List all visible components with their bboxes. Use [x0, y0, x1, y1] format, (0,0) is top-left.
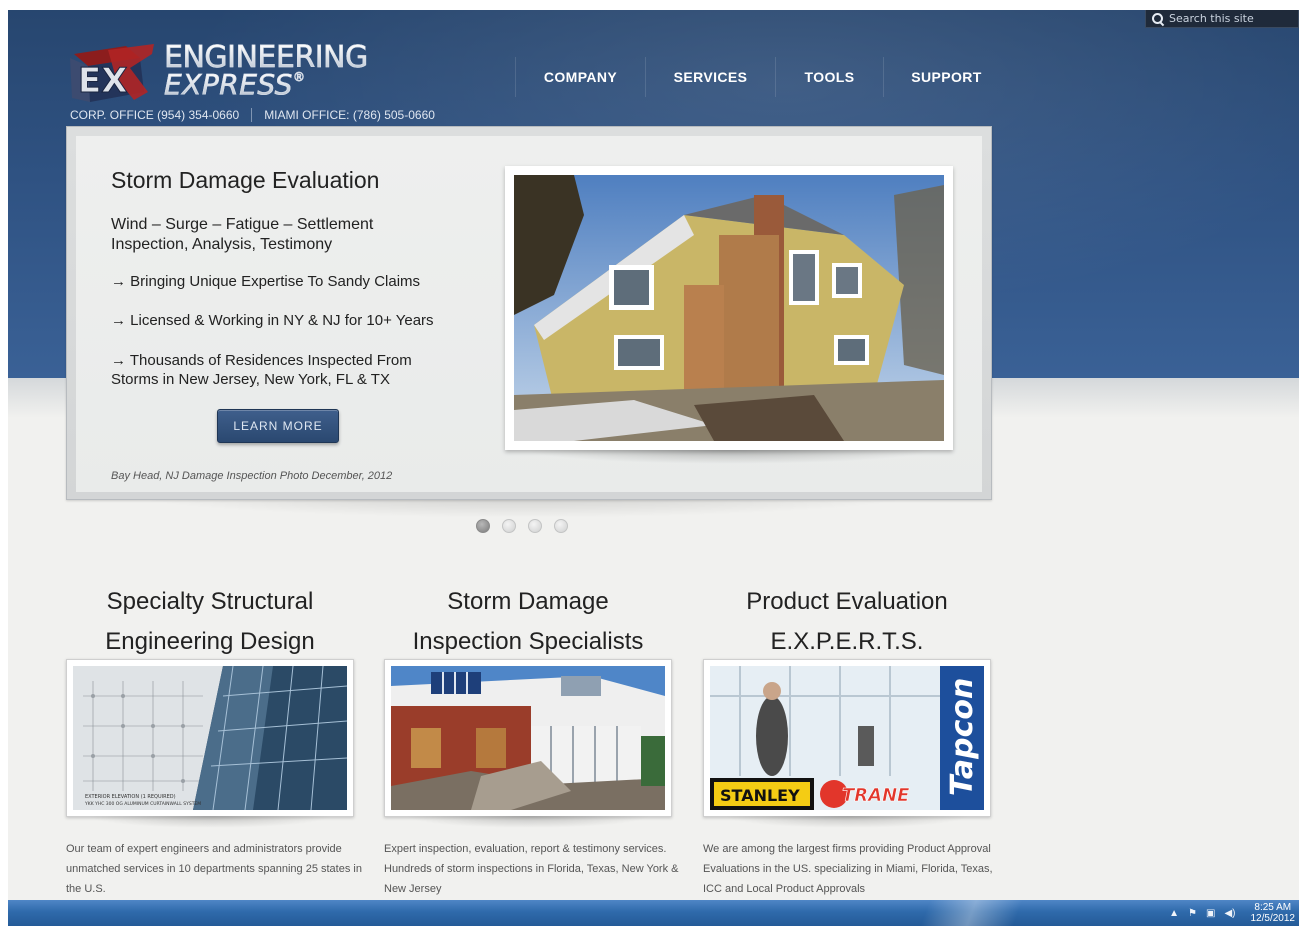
logo-mark-text: EX: [78, 61, 127, 101]
feature-title-line1: Storm Damage: [447, 588, 609, 615]
slide: Storm Damage Evaluation Wind – Surge – F…: [76, 136, 982, 492]
tapcon-logo-text: Tapcon: [945, 678, 980, 796]
feature-title-line2: E.X.P.E.R.T.S.: [770, 628, 924, 655]
learn-more-button[interactable]: LEARN MORE: [217, 409, 339, 443]
slide-photo-frame: [505, 166, 953, 464]
slide-title: Storm Damage Evaluation: [111, 167, 380, 193]
logo-line2: EXPRESS®: [164, 69, 368, 99]
phone-divider: [251, 108, 253, 122]
registered-mark: ®: [292, 69, 306, 84]
feature-image-frame: Tapcon STANLEY TRANE: [703, 659, 991, 828]
nav-company[interactable]: COMPANY: [515, 57, 645, 97]
feature-description: We are among the largest firms providing…: [703, 843, 993, 895]
clock-date: 12/5/2012: [1250, 913, 1296, 924]
damaged-house-photo[interactable]: [514, 175, 944, 441]
feature-title-line2: Engineering Design: [105, 628, 315, 655]
nav-services[interactable]: SERVICES: [645, 57, 775, 97]
corp-office-phone: CORP. OFFICE (954) 354-0660: [70, 108, 240, 122]
site-logo[interactable]: EX ENGINEERING EXPRESS®: [68, 40, 369, 106]
slider-pagination: [476, 519, 568, 533]
show-hidden-icons-icon[interactable]: ▲: [1169, 908, 1179, 919]
feature-description: Expert inspection, evaluation, report & …: [384, 843, 679, 895]
main-nav: COMPANY SERVICES TOOLS SUPPORT: [515, 57, 1009, 97]
logo-wordmark: ENGINEERING EXPRESS®: [164, 42, 369, 99]
clock-time: 8:25 AM: [1254, 902, 1292, 913]
feature-image-frame: [384, 659, 672, 828]
feature-image-frame: EXTERIOR ELEVATION (1 REQUIRED) YKK YHC …: [66, 659, 354, 828]
slide-bullet: → Licensed & Working in NY & NJ for 10+ …: [111, 312, 434, 329]
feature-title-line1: Specialty Structural: [106, 588, 314, 615]
hero-slider: Storm Damage Evaluation Wind – Surge – F…: [66, 126, 992, 500]
storm-damaged-house-image[interactable]: [391, 666, 665, 810]
slide-subtitle: Wind – Surge – Fatigue – Settlement Insp…: [111, 216, 374, 253]
feature-structural: Specialty Structural Engineering Design: [66, 582, 362, 895]
ex-logo-icon: EX: [70, 44, 154, 102]
search-icon[interactable]: [1152, 12, 1164, 25]
feature-product-evaluation: Product Evaluation E.X.P.E.R.T.S. Tapcon…: [703, 582, 993, 895]
slide-bullet: → Bringing Unique Expertise To Sandy Cla…: [111, 273, 421, 290]
drawing-label-1: EXTERIOR ELEVATION (1 REQUIRED): [85, 794, 176, 800]
feature-title-line2: Inspection Specialists: [412, 628, 644, 655]
feature-title[interactable]: Product Evaluation E.X.P.E.R.T.S.: [703, 582, 991, 662]
feature-description: Our team of expert engineers and adminis…: [66, 843, 362, 895]
volume-icon[interactable]: ◀): [1224, 908, 1235, 919]
search-input[interactable]: [1169, 12, 1289, 25]
search-box[interactable]: [1145, 10, 1299, 28]
feature-storm-inspection: Storm Damage Inspection Specialists Expe…: [384, 582, 679, 895]
slider-dot-2[interactable]: [502, 519, 516, 533]
system-tray: ▲ ⚑ ▣ ◀) 8:25 AM 12/5/2012: [1169, 900, 1295, 926]
stanley-logo-text: STANLEY: [720, 786, 800, 805]
slider-dot-4[interactable]: [554, 519, 568, 533]
trane-logo-text: TRANE: [842, 785, 910, 806]
feature-title[interactable]: Storm Damage Inspection Specialists: [384, 582, 672, 662]
product-brands-image[interactable]: Tapcon STANLEY TRANE: [710, 666, 984, 810]
miami-office-phone: MIAMI OFFICE: (786) 505-0660: [264, 108, 435, 122]
office-phones: CORP. OFFICE (954) 354-0660 MIAMI OFFICE…: [70, 108, 435, 122]
slide-bullet: → Thousands of Residences Inspected From…: [111, 352, 412, 388]
slider-dot-1[interactable]: [476, 519, 490, 533]
drawing-label-2: YKK YHC 300 OG ALUMINUM CURTAINWALL SYST…: [84, 801, 201, 807]
logo-line2-text: EXPRESS: [164, 67, 293, 101]
browser-viewport: EX ENGINEERING EXPRESS® CORP. OFFICE (95…: [8, 10, 1299, 900]
photo-caption: Bay Head, NJ Damage Inspection Photo Dec…: [111, 470, 393, 482]
slider-dot-3[interactable]: [528, 519, 542, 533]
windows-taskbar: ▲ ⚑ ▣ ◀) 8:25 AM 12/5/2012: [8, 900, 1299, 926]
system-clock[interactable]: 8:25 AM 12/5/2012: [1251, 902, 1296, 924]
action-center-flag-icon[interactable]: ⚑: [1188, 908, 1197, 919]
network-icon[interactable]: ▣: [1206, 908, 1215, 919]
curtainwall-drawing-image[interactable]: EXTERIOR ELEVATION (1 REQUIRED) YKK YHC …: [73, 666, 347, 810]
nav-support[interactable]: SUPPORT: [883, 57, 1009, 97]
feature-title-line1: Product Evaluation: [746, 588, 948, 615]
feature-title[interactable]: Specialty Structural Engineering Design: [66, 582, 354, 662]
nav-tools[interactable]: TOOLS: [775, 57, 883, 97]
